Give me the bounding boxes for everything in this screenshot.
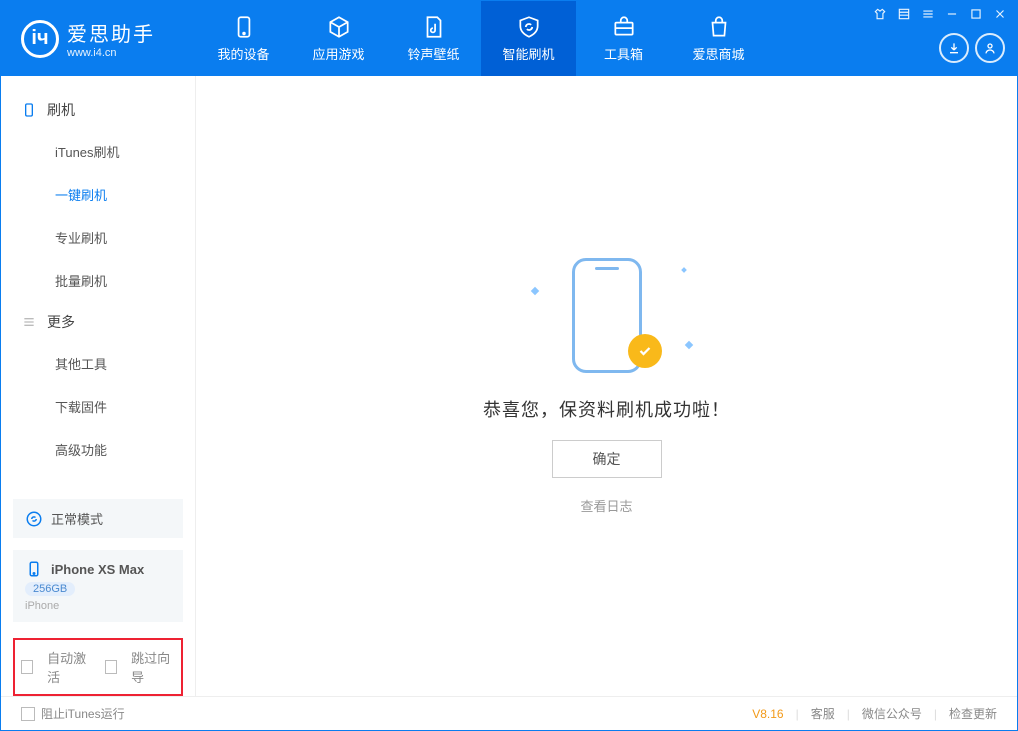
nav-apps[interactable]: 应用游戏 [291, 1, 386, 76]
mode-label: 正常模式 [51, 509, 103, 528]
skip-guide-checkbox[interactable] [105, 660, 117, 674]
nav-label: 我的设备 [217, 44, 269, 63]
cube-icon [326, 14, 352, 40]
footer-link-wechat[interactable]: 微信公众号 [862, 705, 922, 722]
block-itunes-checkbox[interactable] [21, 707, 35, 721]
body: 刷机 iTunes刷机 一键刷机 专业刷机 批量刷机 更多 其他工具 下载固件 … [1, 76, 1017, 696]
download-icon [946, 40, 962, 56]
shield-refresh-icon [516, 14, 542, 40]
nav-toolbox[interactable]: 工具箱 [576, 1, 671, 76]
user-icon [982, 40, 998, 56]
shirt-icon[interactable] [873, 7, 887, 21]
phone-icon [231, 14, 257, 40]
sidebar: 刷机 iTunes刷机 一键刷机 专业刷机 批量刷机 更多 其他工具 下载固件 … [1, 76, 196, 696]
close-icon[interactable] [993, 7, 1007, 21]
menu-icon[interactable] [921, 7, 935, 21]
header-right [939, 1, 1017, 76]
nav-my-device[interactable]: 我的设备 [196, 1, 291, 76]
logo-text: 爱思助手 www.i4.cn [67, 18, 155, 59]
app-title: 爱思助手 [67, 18, 155, 47]
device-panel[interactable]: iPhone XS Max 256GB iPhone [13, 550, 183, 622]
auto-activate-label: 自动激活 [47, 648, 91, 686]
footer-link-update[interactable]: 检查更新 [949, 705, 997, 722]
device-type: iPhone [25, 600, 59, 612]
sidebar-item-pro[interactable]: 专业刷机 [1, 216, 195, 259]
music-file-icon [421, 14, 447, 40]
section-title: 刷机 [47, 100, 75, 120]
top-nav: 我的设备 应用游戏 铃声壁纸 智能刷机 工具箱 爱思商城 [196, 1, 766, 76]
ok-button[interactable]: 确定 [552, 440, 662, 478]
device-capacity: 256GB [25, 582, 75, 596]
bag-icon [706, 14, 732, 40]
version-label: V8.16 [752, 707, 783, 721]
menu-lines-icon [21, 314, 37, 330]
sidebar-item-advanced[interactable]: 高级功能 [1, 428, 195, 471]
list-icon[interactable] [897, 7, 911, 21]
sidebar-item-oneclick[interactable]: 一键刷机 [1, 173, 195, 216]
sidebar-section-more: 更多 [1, 302, 195, 342]
sidebar-item-itunes[interactable]: iTunes刷机 [1, 130, 195, 173]
phone-small-icon [25, 560, 43, 578]
section-title: 更多 [47, 312, 75, 332]
options-row: 自动激活 跳过向导 [13, 638, 183, 696]
sidebar-item-batch[interactable]: 批量刷机 [1, 259, 195, 302]
view-log-link[interactable]: 查看日志 [580, 496, 632, 515]
mode-panel[interactable]: 正常模式 [13, 499, 183, 538]
nav-flash[interactable]: 智能刷机 [481, 1, 576, 76]
status-bar: 阻止iTunes运行 V8.16 | 客服 | 微信公众号 | 检查更新 [1, 696, 1017, 730]
sidebar-item-other[interactable]: 其他工具 [1, 342, 195, 385]
download-button[interactable] [939, 33, 969, 63]
maximize-icon[interactable] [969, 7, 983, 21]
block-itunes-label: 阻止iTunes运行 [41, 705, 125, 722]
nav-label: 智能刷机 [502, 44, 554, 63]
sidebar-section-flash: 刷机 [1, 90, 195, 130]
footer-link-support[interactable]: 客服 [811, 705, 835, 722]
auto-activate-checkbox[interactable] [21, 660, 33, 674]
toolbox-icon [611, 14, 637, 40]
app-header: iч 爱思助手 www.i4.cn 我的设备 应用游戏 铃声壁纸 智能刷机 工具… [1, 1, 1017, 76]
minimize-icon[interactable] [945, 7, 959, 21]
app-subtitle: www.i4.cn [67, 47, 155, 59]
nav-label: 应用游戏 [312, 44, 364, 63]
nav-store[interactable]: 爱思商城 [671, 1, 766, 76]
nav-ringtones[interactable]: 铃声壁纸 [386, 1, 481, 76]
main-content: 恭喜您，保资料刷机成功啦！ 确定 查看日志 [196, 76, 1017, 696]
skip-guide-label: 跳过向导 [131, 648, 175, 686]
logo-icon: iч [21, 20, 59, 58]
nav-label: 铃声壁纸 [407, 44, 459, 63]
mode-icon [25, 510, 43, 528]
nav-label: 工具箱 [604, 44, 643, 63]
device-icon [21, 102, 37, 118]
sidebar-item-firmware[interactable]: 下载固件 [1, 385, 195, 428]
device-name: iPhone XS Max [51, 562, 144, 577]
nav-label: 爱思商城 [692, 44, 744, 63]
window-controls [873, 7, 1007, 21]
logo-area: iч 爱思助手 www.i4.cn [1, 18, 196, 59]
user-button[interactable] [975, 33, 1005, 63]
success-message: 恭喜您，保资料刷机成功啦！ [483, 396, 730, 422]
check-badge-icon [628, 334, 662, 368]
success-illustration [562, 258, 652, 378]
